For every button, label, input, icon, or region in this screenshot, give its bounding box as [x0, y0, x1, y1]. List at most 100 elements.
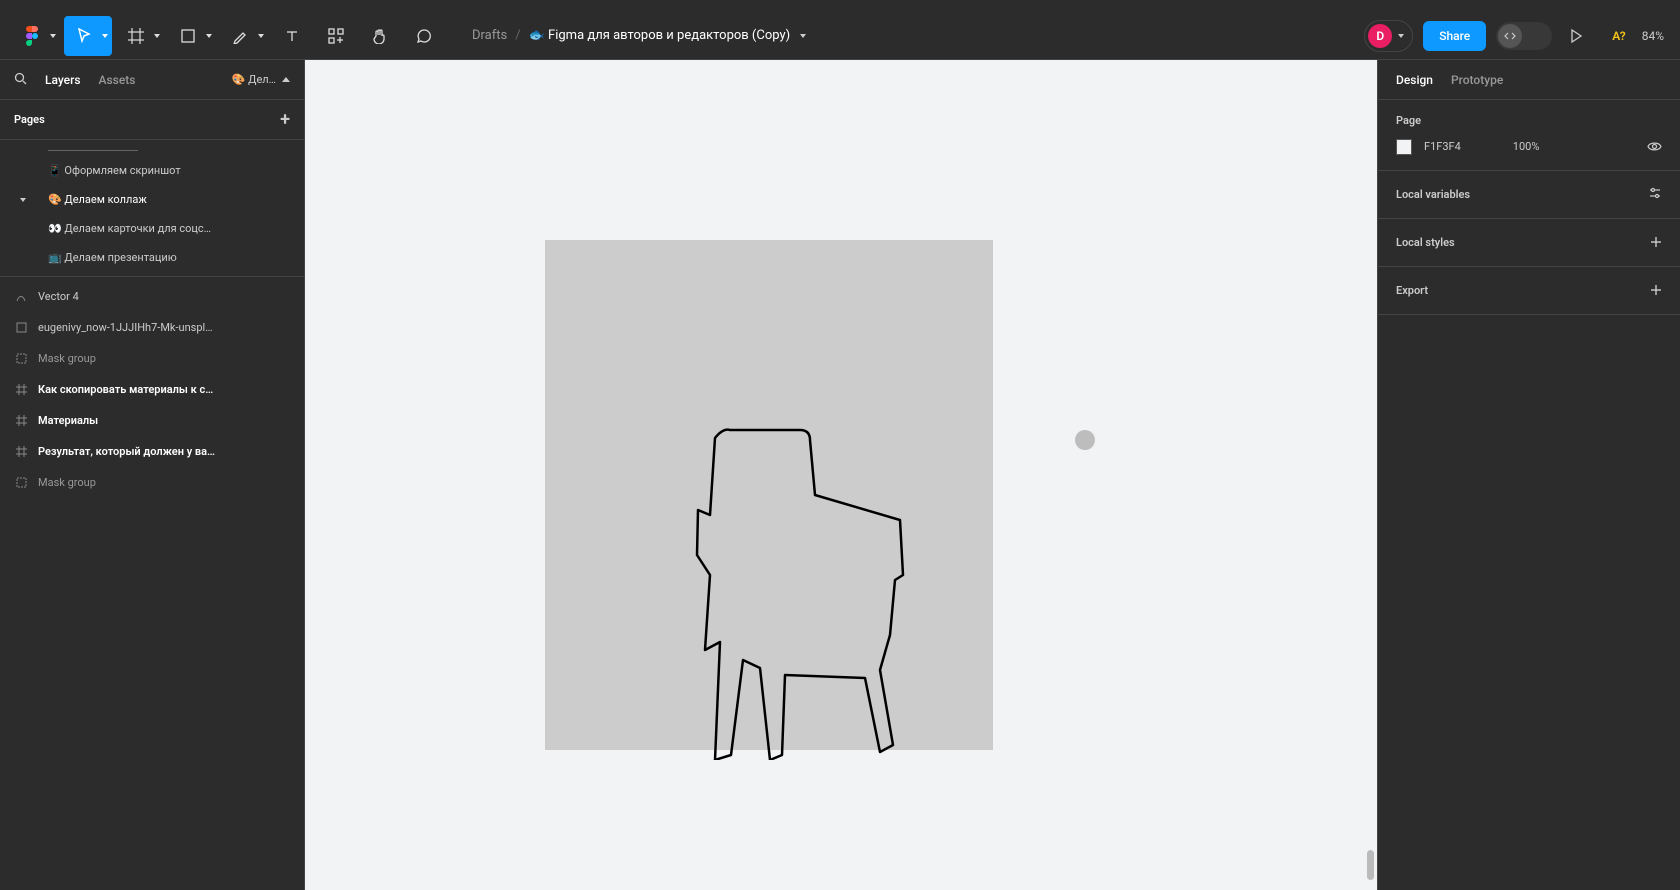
frame-icon	[14, 415, 28, 426]
chevron-down-icon	[50, 34, 56, 38]
rectangle-icon	[181, 29, 195, 43]
filename-text: 🐟 Figma для авторов и редакторов (Copy)	[529, 28, 791, 43]
hand-icon	[372, 28, 388, 44]
chevron-up-icon	[282, 77, 290, 82]
check-icon	[20, 198, 26, 202]
text-tool-button[interactable]	[272, 16, 312, 56]
zoom-value: 84%	[1642, 29, 1664, 43]
rect-icon	[14, 322, 28, 333]
local-styles-title: Local styles	[1396, 236, 1455, 249]
vector-icon	[14, 291, 28, 303]
layer-label: Mask group	[38, 476, 96, 489]
sliders-icon	[1648, 186, 1662, 200]
vertical-scrollbar[interactable]	[1365, 60, 1375, 890]
layer-item[interactable]: Mask group	[0, 467, 304, 498]
export-title: Export	[1396, 284, 1428, 297]
plus-icon	[1650, 284, 1662, 296]
page-section: Page F1F3F4 100%	[1378, 100, 1680, 171]
search-button[interactable]	[14, 70, 27, 89]
page-label: 🎨 Делаем коллаж	[48, 193, 147, 206]
page-item-stub[interactable]	[0, 144, 304, 156]
move-tool-button[interactable]	[64, 16, 112, 56]
shape-tool-button[interactable]	[168, 16, 216, 56]
local-variables-title: Local variables	[1396, 188, 1470, 201]
chevron-down-icon	[1398, 34, 1404, 38]
breadcrumb-drafts[interactable]: Drafts	[472, 28, 507, 43]
page-list: 📱 Оформляем скриншот 🎨 Делаем коллаж 👀 Д…	[0, 140, 304, 277]
export-section: Export	[1378, 267, 1680, 315]
hand-tool-button[interactable]	[360, 16, 400, 56]
pen-tool-button[interactable]	[220, 16, 268, 56]
avatar-cluster[interactable]: D	[1364, 20, 1413, 52]
chevron-down-icon	[154, 34, 160, 38]
layer-item[interactable]: Результат, который должен у ва…	[0, 436, 304, 467]
page-color-opacity[interactable]: 100%	[1513, 140, 1540, 153]
page-label: 📱 Оформляем скриншот	[48, 164, 181, 177]
toolbar-right: D Share A? 84%	[1364, 20, 1668, 52]
layer-list: Vector 4 eugenivy_now-1JJJIHh7-Mk-unspl……	[0, 277, 304, 890]
chair-vector[interactable]	[615, 420, 915, 760]
layer-label: Mask group	[38, 352, 96, 365]
chevron-down-icon	[102, 34, 108, 38]
design-tab[interactable]: Design	[1396, 73, 1433, 87]
code-icon	[1504, 31, 1516, 41]
layer-item[interactable]: Материалы	[0, 405, 304, 436]
local-styles-section: Local styles	[1378, 219, 1680, 267]
layer-item[interactable]: Как скопировать материалы к с…	[0, 374, 304, 405]
dev-mode-toggle[interactable]	[1496, 22, 1552, 50]
visibility-toggle[interactable]	[1647, 137, 1662, 156]
help-button[interactable]: A?	[1606, 29, 1632, 43]
share-button[interactable]: Share	[1423, 21, 1486, 51]
add-page-button[interactable]: +	[280, 111, 290, 129]
layer-label: Материалы	[38, 414, 98, 427]
main-toolbar: Drafts / 🐟 Figma для авторов и редакторо…	[0, 12, 1680, 60]
variables-settings-button[interactable]	[1648, 185, 1662, 204]
frame-tool-button[interactable]	[116, 16, 164, 56]
comment-tool-button[interactable]	[404, 16, 444, 56]
prototype-tab[interactable]: Prototype	[1451, 73, 1503, 87]
left-panel-tabs: Layers Assets 🎨 Дел…	[0, 60, 304, 100]
page-label: 📺 Делаем презентацию	[48, 251, 177, 264]
page-color-swatch[interactable]	[1396, 139, 1412, 155]
page-item[interactable]: 👀 Делаем карточки для соцс…	[0, 214, 304, 243]
page-divider-stub	[48, 150, 138, 151]
add-style-button[interactable]	[1650, 233, 1662, 252]
layer-item[interactable]: Vector 4	[0, 281, 304, 312]
page-item-selected[interactable]: 🎨 Делаем коллаж	[0, 185, 304, 214]
resources-tool-button[interactable]	[316, 16, 356, 56]
layer-item[interactable]: Mask group	[0, 343, 304, 374]
main-area: Layers Assets 🎨 Дел… Pages + 📱 Оформляем…	[0, 60, 1680, 890]
text-icon	[285, 29, 299, 43]
add-export-button[interactable]	[1650, 281, 1662, 300]
frame-icon	[14, 384, 28, 395]
figma-logo-icon	[25, 26, 39, 46]
page-fill-row: F1F3F4 100%	[1396, 137, 1662, 156]
layer-label: Результат, который должен у ва…	[38, 445, 215, 458]
breadcrumb-slash: /	[515, 28, 520, 43]
page-selector-dropdown[interactable]: 🎨 Дел…	[232, 73, 290, 86]
layer-item[interactable]: eugenivy_now-1JJJIHh7-Mk-unspl…	[0, 312, 304, 343]
pen-icon	[232, 28, 248, 44]
eye-icon	[1647, 141, 1662, 152]
scrollbar-thumb[interactable]	[1367, 850, 1374, 880]
user-avatar: D	[1368, 24, 1392, 48]
plus-icon	[1650, 236, 1662, 248]
assets-tab[interactable]: Assets	[99, 73, 136, 87]
right-panel-tabs: Design Prototype	[1378, 60, 1680, 100]
page-section-title: Page	[1396, 114, 1662, 127]
zoom-control[interactable]: 84%	[1642, 29, 1668, 43]
main-menu-button[interactable]	[12, 16, 60, 56]
canvas[interactable]	[305, 60, 1377, 890]
page-color-hex[interactable]: F1F3F4	[1424, 140, 1461, 153]
canvas-handle-dot[interactable]	[1075, 430, 1095, 450]
frame-icon	[128, 28, 144, 44]
present-button[interactable]	[1562, 29, 1596, 43]
comment-icon	[416, 28, 432, 44]
breadcrumb-filename[interactable]: 🐟 Figma для авторов и редакторов (Copy)	[529, 28, 807, 43]
page-item[interactable]: 📱 Оформляем скриншот	[0, 156, 304, 185]
play-icon	[1570, 29, 1582, 43]
layers-tab[interactable]: Layers	[45, 73, 81, 87]
right-panel: Design Prototype Page F1F3F4 100% Local …	[1377, 60, 1680, 890]
page-label: 👀 Делаем карточки для соцс…	[48, 222, 211, 235]
page-item[interactable]: 📺 Делаем презентацию	[0, 243, 304, 272]
